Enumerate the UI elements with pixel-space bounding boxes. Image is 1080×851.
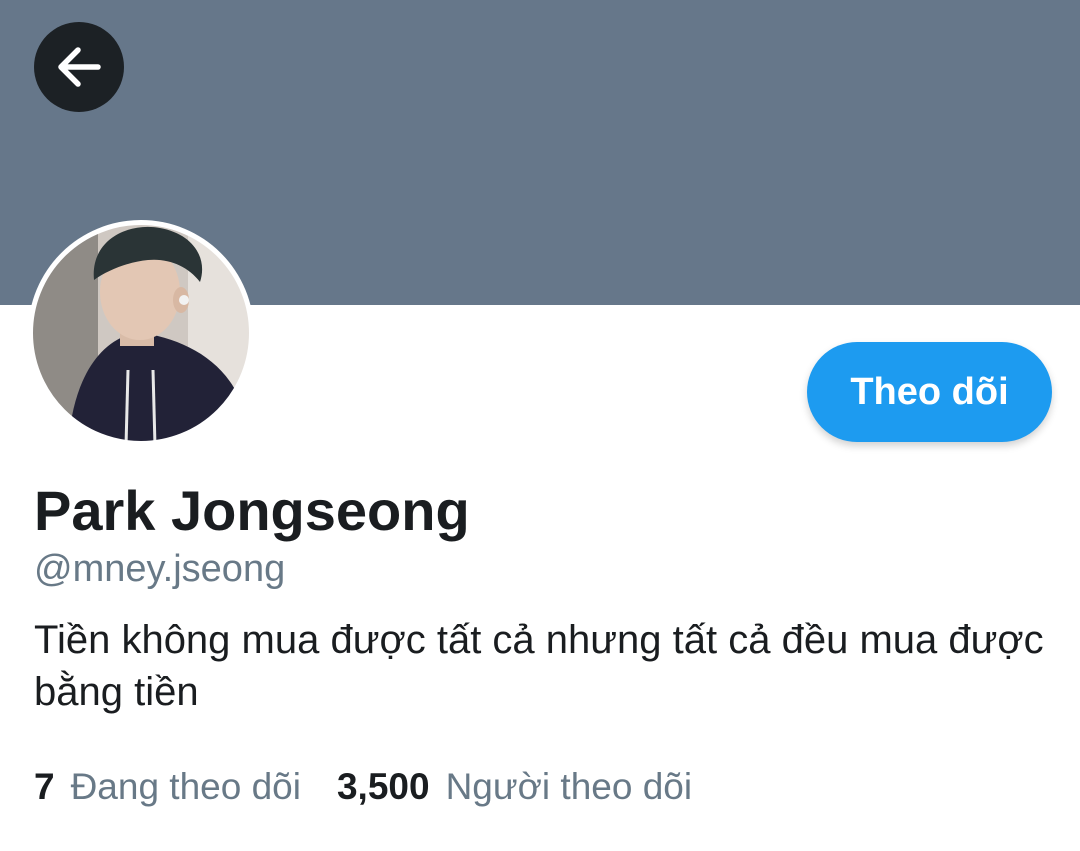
follow-button[interactable]: Theo dõi: [807, 342, 1052, 442]
following-count: 7: [34, 766, 55, 807]
followers-count: 3,500: [336, 766, 430, 807]
avatar[interactable]: [28, 220, 254, 446]
display-name: Park Jongseong: [34, 479, 470, 542]
profile-bio: Tiền không mua được tất cả nhưng tất cả …: [34, 618, 1044, 714]
avatar-photo: [29, 221, 253, 445]
following-label: Đang theo dõi: [70, 766, 301, 807]
profile-stats: 7 Đang theo dõi 3,500 Người theo dõi: [34, 766, 692, 808]
arrow-left-icon: [58, 47, 101, 87]
back-button[interactable]: [34, 22, 124, 112]
user-handle: @mney.jseong: [34, 548, 286, 590]
profile-page: Theo dõi Park Jongseong @mney.jseong Tiề…: [0, 0, 1080, 851]
following-stat[interactable]: 7 Đang theo dõi: [34, 766, 301, 808]
followers-stat[interactable]: 3,500 Người theo dõi: [337, 766, 692, 808]
followers-label: Người theo dõi: [445, 766, 693, 807]
